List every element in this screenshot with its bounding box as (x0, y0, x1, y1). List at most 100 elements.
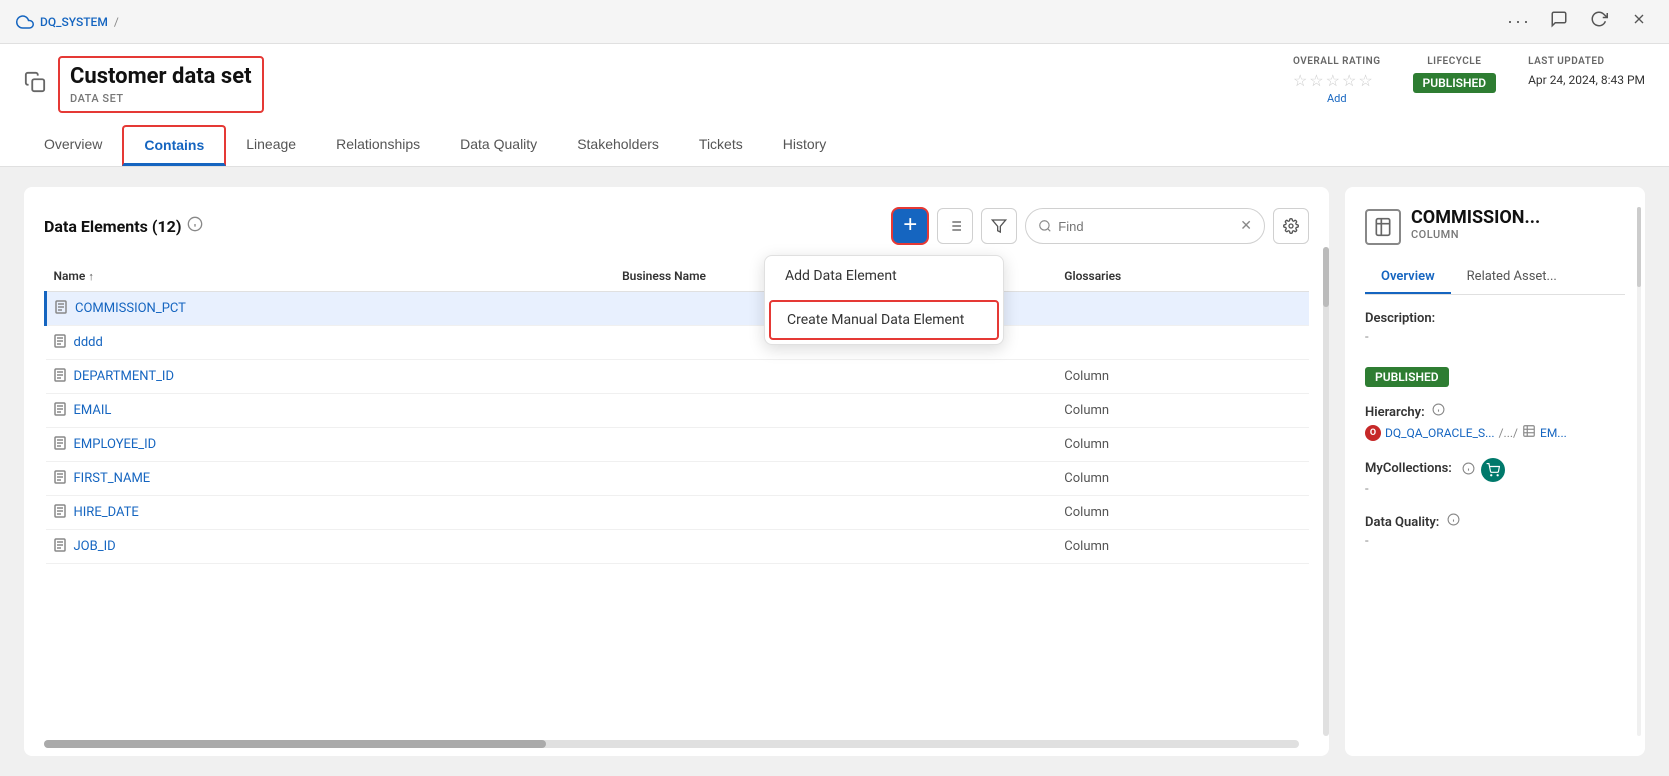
comment-button[interactable] (1545, 8, 1573, 36)
row-link-hire-date[interactable]: HIRE_DATE (54, 504, 607, 521)
table-row[interactable]: HIRE_DATE Column (46, 496, 1310, 530)
search-input[interactable] (1058, 219, 1234, 234)
hierarchy-table-link[interactable]: EM... (1540, 426, 1567, 440)
table-row[interactable]: FIRST_NAME Column (46, 462, 1310, 496)
refresh-icon (1590, 10, 1608, 33)
description-value: - (1365, 330, 1625, 345)
tab-stakeholders[interactable]: Stakeholders (557, 125, 679, 166)
copy-icon[interactable] (24, 71, 46, 98)
table-row[interactable]: DEPARTMENT_ID Column (46, 360, 1310, 394)
hierarchy-label: Hierarchy: (1365, 403, 1625, 420)
row-link-first-name[interactable]: FIRST_NAME (54, 470, 607, 487)
star-4[interactable]: ☆ (1342, 71, 1356, 90)
vertical-scrollbar[interactable] (1323, 247, 1329, 736)
tab-lineage[interactable]: Lineage (226, 125, 316, 166)
right-panel-scrollbar-thumb[interactable] (1637, 207, 1641, 287)
add-dropdown-menu: Add Data Element Create Manual Data Elem… (764, 255, 1004, 345)
sort-icon (947, 218, 963, 234)
tab-data-quality[interactable]: Data Quality (440, 125, 557, 166)
data-quality-section: Data Quality: - (1365, 513, 1625, 549)
star-5[interactable]: ☆ (1358, 71, 1372, 90)
row-icon (54, 368, 66, 385)
row-link-email[interactable]: EMAIL (54, 402, 607, 419)
filter-icon (991, 218, 1007, 234)
tab-tickets[interactable]: Tickets (679, 125, 763, 166)
search-icon (1038, 219, 1052, 233)
data-quality-value: - (1365, 534, 1625, 549)
hierarchy-info-icon[interactable] (1432, 405, 1445, 420)
table-row[interactable]: JOB_ID Column (46, 530, 1310, 564)
more-icon: ··· (1507, 11, 1531, 32)
star-1[interactable]: ☆ (1293, 71, 1307, 90)
row-link-job-id[interactable]: JOB_ID (54, 538, 607, 555)
table-row[interactable]: EMPLOYEE_ID Column (46, 428, 1310, 462)
tab-history[interactable]: History (763, 125, 847, 166)
table-row[interactable]: COMMISSION_PCT (46, 292, 1310, 326)
right-panel-title: COMMISSION... (1411, 207, 1540, 228)
asset-type: DATA SET (70, 92, 252, 105)
right-tab-related-asset[interactable]: Related Asset... (1451, 261, 1573, 294)
tab-contains[interactable]: Contains (122, 125, 226, 166)
filter-button[interactable] (981, 208, 1017, 244)
refresh-button[interactable] (1585, 8, 1613, 36)
lifecycle-detail-section: PUBLISHED (1365, 361, 1625, 387)
close-button[interactable] (1625, 8, 1653, 36)
right-panel-subtitle: COLUMN (1411, 228, 1540, 241)
vertical-scrollbar-thumb[interactable] (1323, 247, 1329, 307)
star-2[interactable]: ☆ (1309, 71, 1323, 90)
right-panel-scrollbar[interactable] (1637, 207, 1641, 736)
horizontal-scrollbar-thumb[interactable] (44, 740, 546, 748)
row-link-commission-pct[interactable]: COMMISSION_PCT (55, 300, 606, 317)
data-quality-info-icon[interactable] (1447, 515, 1460, 530)
info-icon[interactable] (187, 216, 203, 236)
sort-button[interactable] (937, 208, 973, 244)
rating-add-link[interactable]: Add (1293, 92, 1381, 105)
create-manual-data-element-option[interactable]: Create Manual Data Element (769, 300, 999, 340)
hierarchy-table-icon (1522, 424, 1536, 442)
breadcrumb: DQ_SYSTEM / (16, 13, 119, 31)
tab-relationships[interactable]: Relationships (316, 125, 440, 166)
data-quality-label: Data Quality: (1365, 513, 1625, 530)
add-data-element-option[interactable]: Add Data Element (765, 256, 1003, 296)
description-section: Description: - (1365, 311, 1625, 345)
horizontal-scrollbar[interactable] (44, 740, 1299, 748)
last-updated-label: LAST UPDATED (1528, 56, 1645, 67)
add-button[interactable]: + (891, 207, 929, 245)
breadcrumb-text[interactable]: DQ_SYSTEM (40, 15, 108, 29)
settings-button[interactable] (1273, 208, 1309, 244)
right-panel-tabs: Overview Related Asset... (1365, 261, 1625, 295)
search-box: ✕ (1025, 208, 1265, 244)
row-link-employee-id[interactable]: EMPLOYEE_ID (54, 436, 607, 453)
nav-tabs: Overview Contains Lineage Relationships … (24, 125, 1645, 166)
star-3[interactable]: ☆ (1326, 71, 1340, 90)
mycollections-value: - (1365, 482, 1625, 497)
row-link-department-id[interactable]: DEPARTMENT_ID (54, 368, 607, 385)
comment-icon (1550, 10, 1568, 33)
settings-icon (1283, 218, 1299, 234)
mycollections-info-icon[interactable] (1462, 462, 1475, 479)
col-name-header[interactable]: Name ↑ (46, 261, 615, 292)
hierarchy-separator: /.../ (1499, 426, 1518, 440)
sort-arrow-icon: ↑ (88, 270, 94, 283)
row-icon (55, 300, 67, 317)
column-asset-icon (1365, 209, 1401, 245)
last-updated-section: LAST UPDATED Apr 24, 2024, 8:43 PM (1528, 56, 1645, 87)
right-tab-overview[interactable]: Overview (1365, 261, 1451, 294)
lifecycle-section: LIFECYCLE PUBLISHED (1413, 56, 1497, 93)
last-updated-value: Apr 24, 2024, 8:43 PM (1528, 73, 1645, 87)
row-icon (54, 470, 66, 487)
col-glossaries-header[interactable]: Glossaries (1056, 261, 1309, 292)
hierarchy-oracle-link[interactable]: DQ_QA_ORACLE_S... (1385, 426, 1495, 440)
mycollections-cart-button[interactable] (1481, 458, 1505, 482)
star-rating[interactable]: ☆ ☆ ☆ ☆ ☆ (1293, 71, 1381, 90)
cloud-icon (16, 13, 34, 31)
search-clear-button[interactable]: ✕ (1240, 218, 1252, 234)
asset-title-box: Customer data set DATA SET (58, 56, 264, 113)
tab-overview[interactable]: Overview (24, 125, 122, 166)
table-row[interactable]: dddd (46, 326, 1310, 360)
row-link-dddd[interactable]: dddd (54, 334, 607, 351)
more-button[interactable]: ··· (1505, 8, 1533, 36)
rating-section: OVERALL RATING ☆ ☆ ☆ ☆ ☆ Add (1293, 56, 1381, 105)
lifecycle-label: LIFECYCLE (1413, 56, 1497, 67)
table-row[interactable]: EMAIL Column (46, 394, 1310, 428)
